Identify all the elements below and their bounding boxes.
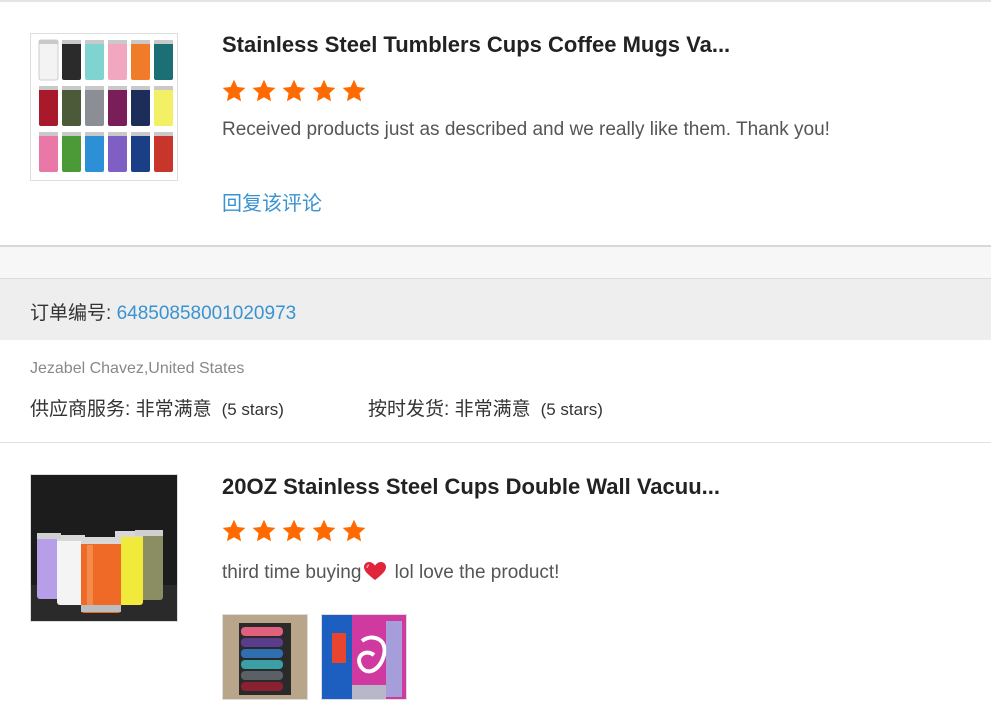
review-text-end: lol love the product!: [389, 562, 560, 583]
review-text: third time buying lol love the product!: [222, 561, 559, 584]
star-icon: [282, 79, 306, 102]
star-icon: [312, 79, 336, 102]
supplier-service-label: 供应商服务:: [30, 399, 136, 420]
order-number-link[interactable]: 64850858001020973: [117, 303, 297, 324]
order-header: 订单编号: 64850858001020973: [0, 278, 991, 340]
review-photo[interactable]: [321, 614, 407, 700]
star-icon: [342, 519, 366, 542]
product-title[interactable]: 20OZ Stainless Steel Cups Double Wall Va…: [222, 474, 732, 500]
review-item: Stainless Steel Tumblers Cups Coffee Mug…: [0, 2, 991, 245]
star-icon: [252, 79, 276, 102]
customer-name: Jezabel Chavez,United States: [30, 360, 245, 377]
star-icon: [312, 519, 336, 542]
reply-review-link[interactable]: 回复该评论: [222, 187, 322, 216]
star-icon: [252, 519, 276, 542]
section-gap: [0, 247, 991, 278]
order-number-label: 订单编号:: [30, 303, 117, 324]
review-text-start: third time buying: [222, 562, 362, 583]
star-icon: [342, 79, 366, 102]
shipping-label: 按时发货:: [368, 399, 455, 420]
star-rating: [221, 78, 367, 104]
star-icon: [282, 519, 306, 542]
shipping-stars: (5 stars): [540, 400, 603, 419]
product-thumbnail[interactable]: [30, 33, 178, 181]
feedback-divider: [0, 442, 991, 443]
shipping-rating: 按时发货: 非常满意 (5 stars): [368, 394, 603, 421]
supplier-service-stars: (5 stars): [221, 400, 284, 419]
review-text: Received products just as described and …: [222, 119, 830, 140]
star-icon: [222, 79, 246, 102]
shipping-value: 非常满意: [454, 399, 531, 420]
product-title[interactable]: Stainless Steel Tumblers Cups Coffee Mug…: [222, 32, 732, 58]
product-thumbnail[interactable]: [30, 474, 178, 622]
review-photo[interactable]: [222, 614, 308, 700]
review-item: 20OZ Stainless Steel Cups Double Wall Va…: [0, 444, 991, 715]
star-icon: [222, 519, 246, 542]
order-number-row: 订单编号: 64850858001020973: [30, 298, 296, 325]
heart-icon: [364, 562, 387, 580]
star-rating: [221, 518, 367, 544]
supplier-service-value: 非常满意: [135, 399, 212, 420]
supplier-service-rating: 供应商服务: 非常满意 (5 stars): [30, 394, 284, 421]
